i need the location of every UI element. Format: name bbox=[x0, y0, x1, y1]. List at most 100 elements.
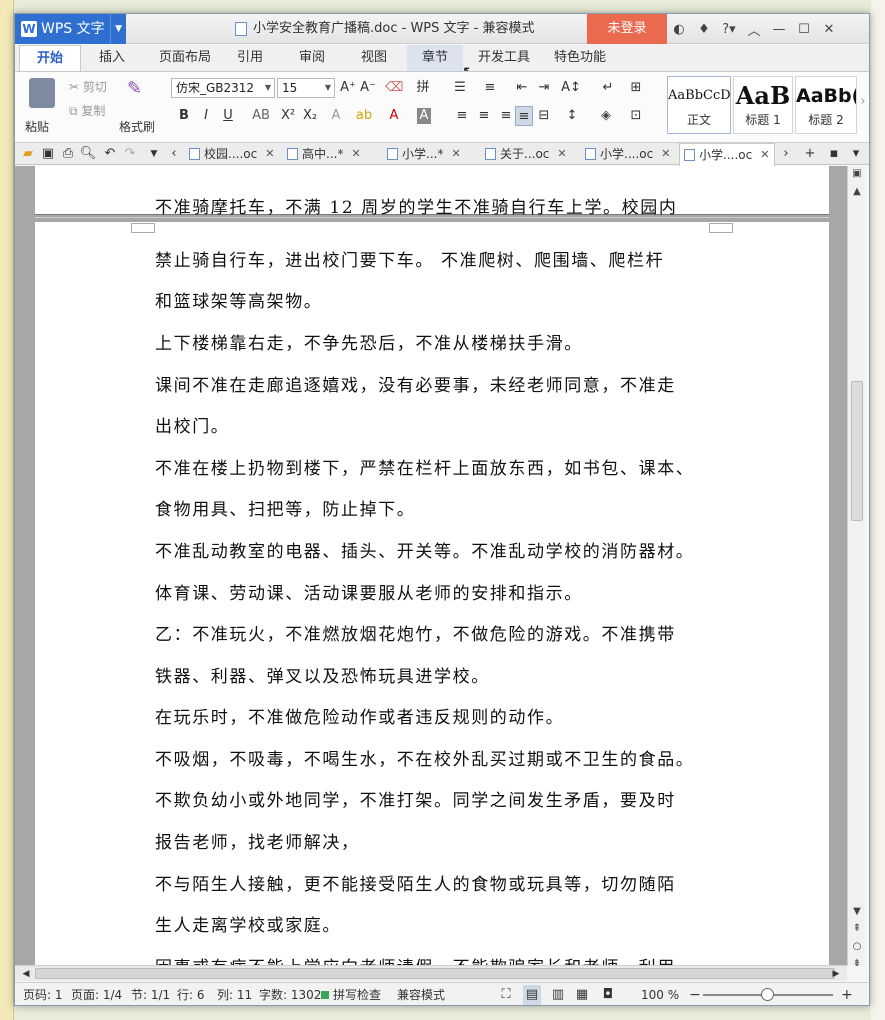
grow-font-icon[interactable]: A⁺ bbox=[339, 78, 357, 98]
tabs-right-icon[interactable]: › bbox=[777, 144, 795, 164]
spell-check-button[interactable]: 拼写检查 bbox=[333, 983, 381, 1005]
wps-app-menu-button[interactable]: W WPS 文字 ▼ bbox=[15, 14, 126, 44]
document-line[interactable]: 课间不准在走廊追逐嬉戏，没有必要事，未经老师同意，不准走 bbox=[155, 371, 676, 396]
tab-insert[interactable]: 插入 bbox=[85, 45, 139, 71]
document-line[interactable]: 报告老师，找老师解决， bbox=[155, 828, 360, 853]
status-row[interactable]: 行: 6 bbox=[177, 983, 205, 1005]
cut-button[interactable]: ✂ 剪切 bbox=[69, 78, 107, 95]
document-line[interactable]: 食物用具、扫把等，防止掉下。 bbox=[155, 495, 415, 520]
login-button[interactable]: 未登录 bbox=[587, 14, 667, 44]
tab-menu-icon[interactable]: ▾ bbox=[847, 144, 865, 164]
document-line[interactable]: 不准在楼上扔物到楼下，严禁在栏杆上面放东西，如书包、课本、 bbox=[155, 454, 694, 479]
line-spacing-icon[interactable]: ↕ bbox=[563, 106, 581, 126]
doc-tab[interactable]: 关于...oc ✕ bbox=[485, 143, 577, 165]
shading-icon[interactable]: ◈ bbox=[597, 106, 615, 126]
format-painter-button[interactable]: 格式刷 bbox=[119, 118, 155, 135]
document-canvas[interactable]: 不准骑摩托车，不满 12 周岁的学生不准骑自行车上学。校园内 禁止骑自行车，进出… bbox=[15, 166, 847, 966]
copy-button[interactable]: ⧉ 复制 bbox=[69, 102, 105, 119]
tab-home[interactable]: 开始 bbox=[19, 45, 81, 71]
document-line[interactable]: 不吸烟，不吸毒，不喝生水，不在校外乱买过期或不卫生的食品。 bbox=[155, 745, 694, 770]
document-line[interactable]: 不欺负幼小或外地同学，不准打架。同学之间发生矛盾，要及时 bbox=[155, 786, 676, 811]
font-size-select[interactable]: 15 ▼ bbox=[277, 78, 335, 98]
scroll-left-icon[interactable]: ◀ bbox=[17, 964, 35, 980]
italic-icon[interactable]: I bbox=[197, 106, 215, 126]
browse-object-icon[interactable]: ○ bbox=[850, 941, 864, 952]
minimize-icon[interactable]: — bbox=[771, 22, 787, 37]
paste-icon[interactable] bbox=[29, 78, 55, 108]
phonetic-guide-icon[interactable]: 拼 bbox=[411, 78, 435, 98]
subscript-icon[interactable]: X₂ bbox=[301, 106, 319, 126]
document-line[interactable]: 和篮球架等高架物。 bbox=[155, 287, 322, 312]
doc-tab[interactable]: 高中...* ✕ bbox=[287, 143, 379, 165]
print-preview-icon[interactable]: 🔍︎ bbox=[79, 144, 97, 164]
shirt-icon[interactable]: ♦ bbox=[696, 22, 712, 37]
document-line[interactable]: 不准骑摩托车，不满 12 周岁的学生不准骑自行车上学。校园内 bbox=[155, 193, 677, 218]
zoom-in-icon[interactable]: + bbox=[841, 983, 853, 1005]
outline-view-icon[interactable]: ▥ bbox=[549, 985, 567, 1005]
horizontal-scrollbar[interactable]: ◀ ▶ bbox=[15, 965, 847, 981]
next-page-icon[interactable]: ⇟ bbox=[850, 958, 864, 969]
tab-page-layout[interactable]: 页面布局 bbox=[145, 45, 225, 71]
shrink-font-icon[interactable]: A⁻ bbox=[359, 78, 377, 98]
chevron-down-icon[interactable]: ▼ bbox=[110, 14, 122, 44]
text-effect-icon[interactable]: A bbox=[327, 106, 345, 126]
style-heading-1[interactable]: AaB 标题 1 bbox=[733, 76, 793, 134]
skin-icon[interactable]: ◐ bbox=[671, 22, 687, 37]
page-view-icon[interactable]: ▤ bbox=[523, 985, 541, 1005]
web-view-icon[interactable]: ▦ bbox=[573, 985, 591, 1005]
zoom-level[interactable]: 100 % bbox=[641, 983, 679, 1005]
distributed-icon[interactable]: ⊟ bbox=[535, 106, 553, 126]
tab-special[interactable]: 特色功能 bbox=[545, 45, 615, 71]
maximize-icon[interactable]: ☐ bbox=[796, 22, 812, 37]
redo-icon[interactable]: ↷ bbox=[121, 144, 139, 164]
tab-references[interactable]: 引用 bbox=[225, 45, 275, 71]
status-pages[interactable]: 页面: 1/4 bbox=[71, 983, 122, 1005]
superscript-icon[interactable]: X² bbox=[279, 106, 297, 126]
align-right-icon[interactable]: ≡ bbox=[497, 106, 515, 126]
close-tab-icon[interactable]: ✕ bbox=[351, 143, 360, 165]
scroll-down-icon[interactable]: ▼ bbox=[850, 906, 864, 917]
highlight-icon[interactable]: ab bbox=[355, 106, 373, 126]
open-folder-icon[interactable]: ▰ bbox=[19, 144, 37, 164]
clear-format-icon[interactable]: ⌫ bbox=[385, 78, 403, 98]
doc-tab[interactable]: 小学...* ✕ bbox=[387, 143, 479, 165]
strikethrough-icon[interactable]: AB bbox=[247, 106, 275, 126]
scroll-right-icon[interactable]: ▶ bbox=[827, 964, 845, 980]
previous-page-icon[interactable]: ⇞ bbox=[850, 923, 864, 934]
document-line[interactable]: 在玩乐时，不准做危险动作或者违反规则的动作。 bbox=[155, 703, 564, 728]
table-border-icon[interactable]: ⊞ bbox=[627, 78, 645, 98]
help-icon[interactable]: ?▾ bbox=[721, 22, 737, 37]
align-left-icon[interactable]: ≡ bbox=[453, 106, 471, 126]
reading-view-icon[interactable]: ◘ bbox=[599, 985, 617, 1005]
vertical-scroll-thumb[interactable] bbox=[851, 381, 863, 521]
fullscreen-icon[interactable]: ⛶ bbox=[497, 985, 515, 1005]
chinese-layout-icon[interactable]: A↕ bbox=[559, 78, 583, 98]
increase-indent-icon[interactable]: ⇥ bbox=[535, 78, 553, 98]
tab-review[interactable]: 审阅 bbox=[287, 45, 337, 71]
quick-access-menu-icon[interactable]: ▼ bbox=[145, 144, 163, 164]
style-heading-2[interactable]: AaBb( 标题 2 bbox=[795, 76, 857, 134]
decrease-indent-icon[interactable]: ⇤ bbox=[513, 78, 531, 98]
status-page-code[interactable]: 页码: 1 bbox=[23, 983, 63, 1005]
status-word-count[interactable]: 字数: 1302 bbox=[259, 983, 321, 1005]
close-tab-icon[interactable]: ✕ bbox=[760, 144, 769, 166]
paragraph-mark-icon[interactable]: ↵ bbox=[599, 78, 617, 98]
undo-icon[interactable]: ↶ bbox=[101, 144, 119, 164]
align-center-icon[interactable]: ≡ bbox=[475, 106, 493, 126]
font-color-icon[interactable]: A bbox=[385, 106, 403, 126]
close-tab-icon[interactable]: ✕ bbox=[451, 143, 460, 165]
document-line[interactable]: 铁器、利器、弹叉以及恐怖玩具进学校。 bbox=[155, 662, 490, 687]
style-normal[interactable]: AaBbCcD 正文 bbox=[667, 76, 731, 134]
zoom-out-icon[interactable]: − bbox=[689, 983, 701, 1005]
save-icon[interactable]: ▣ bbox=[39, 144, 57, 164]
tab-list-icon[interactable]: ▪ bbox=[825, 144, 843, 164]
scroll-up-icon[interactable]: ▲ bbox=[850, 186, 864, 197]
tabs-left-icon[interactable]: ‹ bbox=[165, 144, 183, 164]
collapse-ribbon-icon[interactable]: ︿ bbox=[746, 20, 762, 39]
font-name-select[interactable]: 仿宋_GB2312 ▼ bbox=[171, 78, 275, 98]
char-shading-icon[interactable]: A bbox=[417, 108, 431, 124]
status-section[interactable]: 节: 1/1 bbox=[131, 983, 170, 1005]
zoom-slider-handle[interactable] bbox=[761, 988, 774, 1001]
bullets-icon[interactable]: ☰ bbox=[451, 78, 469, 98]
document-line[interactable]: 不准乱动教室的电器、插头、开关等。不准乱动学校的消防器材。 bbox=[155, 537, 694, 562]
